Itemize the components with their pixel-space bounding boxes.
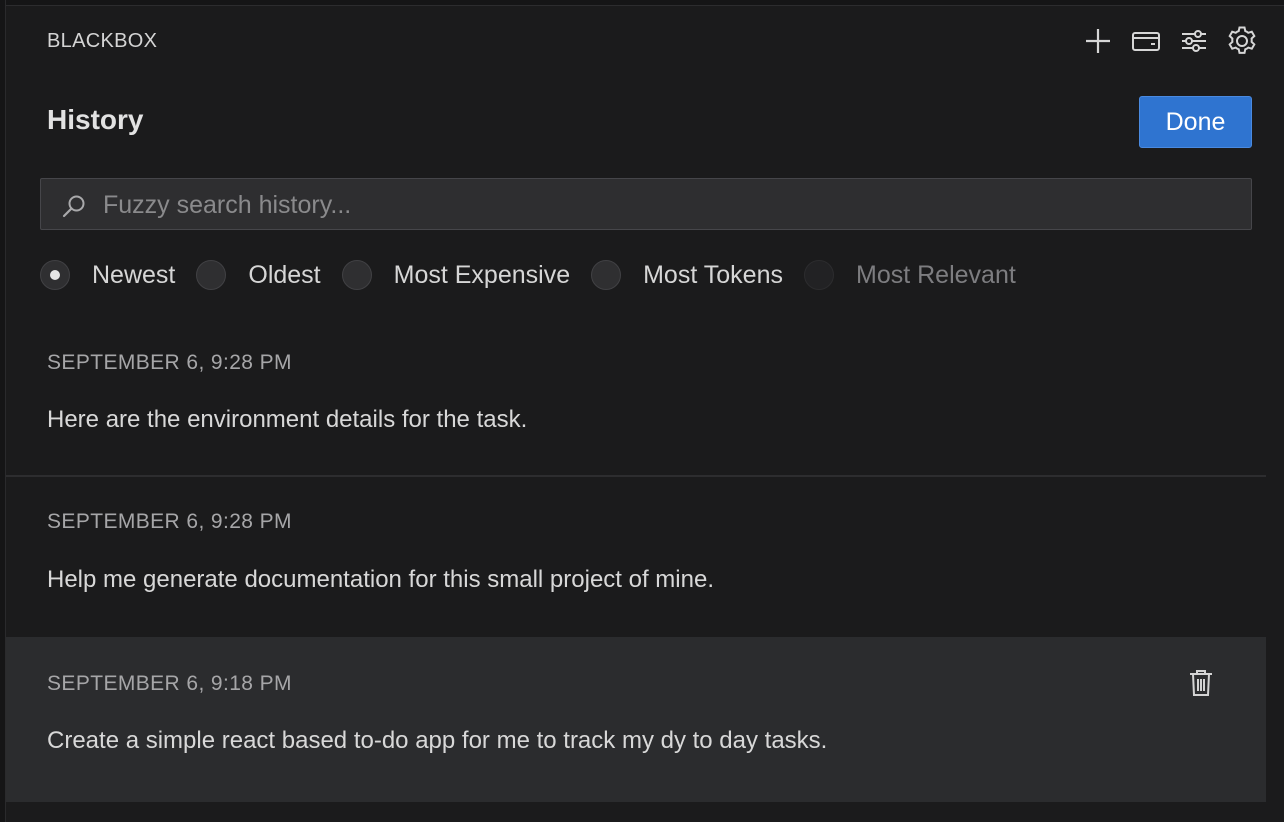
- history-item-text: Create a simple react based to-do app fo…: [47, 727, 828, 754]
- delete-button[interactable]: [1186, 667, 1216, 699]
- history-item-hovered[interactable]: SEPTEMBER 6, 9:18 PM Create a simple rea…: [6, 637, 1266, 802]
- history-item-date: SEPTEMBER 6, 9:18 PM: [47, 672, 292, 695]
- history-item-text: Here are the environment details for the…: [47, 406, 528, 433]
- history-item-text: Help me generate documentation for this …: [47, 566, 714, 593]
- sliders-icon: [1182, 30, 1206, 52]
- sort-options: Newest Oldest Most Expensive Most Tokens…: [40, 256, 1037, 294]
- sort-most-tokens-label: Most Tokens: [643, 260, 783, 289]
- sort-most-tokens-option[interactable]: Most Tokens: [591, 260, 783, 290]
- settings-button[interactable]: [1226, 24, 1258, 58]
- new-task-button[interactable]: [1082, 24, 1114, 58]
- sort-most-relevant-label: Most Relevant: [856, 260, 1016, 289]
- sort-newest-option[interactable]: Newest: [40, 260, 175, 290]
- radio-most-tokens[interactable]: [591, 260, 622, 290]
- preferences-button[interactable]: [1178, 24, 1210, 58]
- trash-icon: [1190, 670, 1212, 696]
- sort-newest-label: Newest: [92, 260, 176, 289]
- radio-selected-dot: [50, 270, 60, 280]
- search-icon: [62, 195, 85, 218]
- toolbar: [1082, 24, 1258, 58]
- app-title: BLACKBOX: [47, 30, 158, 52]
- sort-most-expensive-option[interactable]: Most Expensive: [341, 260, 571, 290]
- radio-newest[interactable]: [40, 260, 70, 290]
- done-button[interactable]: Done: [1139, 96, 1252, 148]
- search-input[interactable]: [101, 179, 1235, 231]
- radio-oldest[interactable]: [196, 260, 227, 290]
- sort-oldest-option[interactable]: Oldest: [196, 260, 321, 290]
- plus-icon: [1086, 29, 1110, 53]
- sort-most-relevant-option: Most Relevant: [804, 260, 1016, 290]
- sort-most-expensive-label: Most Expensive: [393, 260, 571, 289]
- window-top-edge: [0, 0, 1284, 6]
- history-item[interactable]: SEPTEMBER 6, 9:28 PM Help me generate do…: [6, 477, 1266, 637]
- history-panel: BLACKBOX History Done Fuzzy search histo…: [0, 0, 1284, 822]
- account-button[interactable]: [1130, 24, 1162, 58]
- history-item[interactable]: SEPTEMBER 6, 9:28 PM Here are the enviro…: [6, 316, 1266, 475]
- radio-most-relevant: [804, 260, 834, 290]
- history-item-date: SEPTEMBER 6, 9:28 PM: [47, 351, 292, 374]
- radio-most-expensive[interactable]: [341, 260, 372, 290]
- gear-icon: [1228, 26, 1256, 54]
- sort-oldest-label: Oldest: [248, 260, 321, 289]
- history-item-date: SEPTEMBER 6, 9:28 PM: [47, 510, 292, 533]
- search-field[interactable]: [40, 178, 1252, 231]
- wallet-icon: [1132, 32, 1160, 51]
- page-title: History: [47, 104, 144, 135]
